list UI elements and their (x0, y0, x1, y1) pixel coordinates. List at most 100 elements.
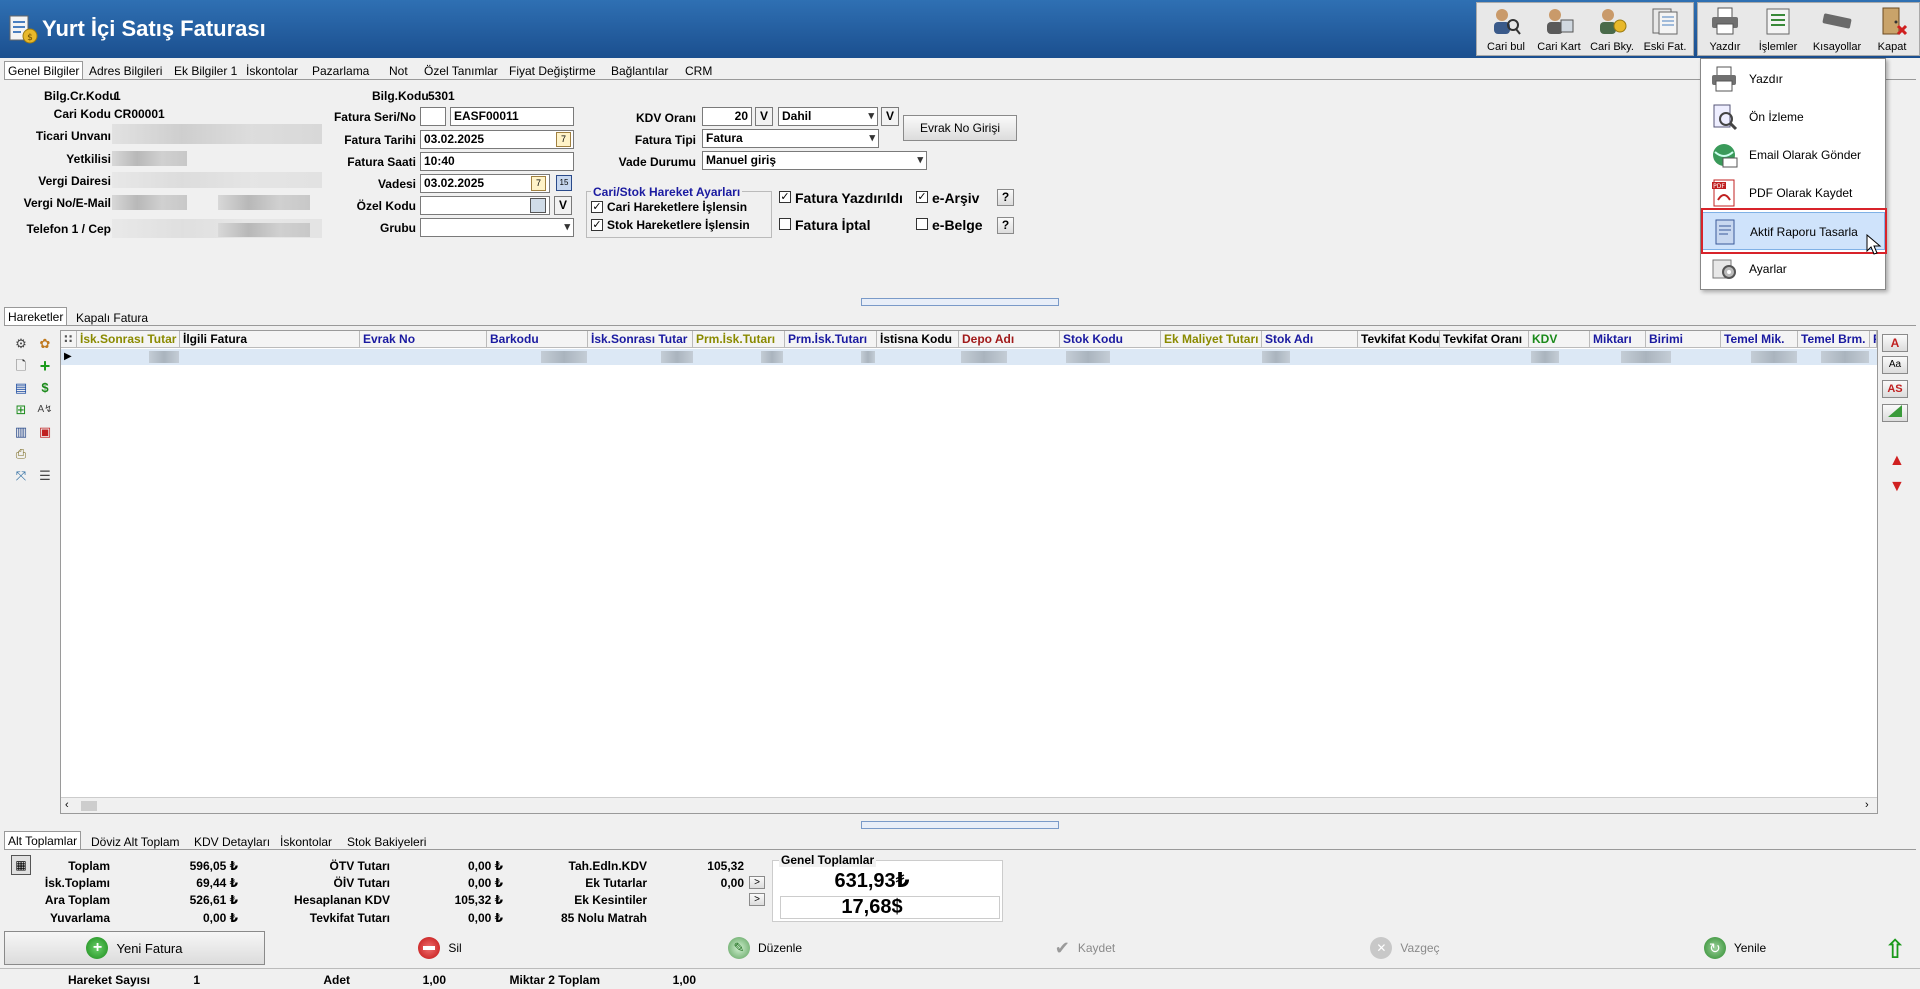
vade-calendar-icon[interactable]: 7 (531, 176, 546, 191)
tab-not[interactable]: Not (386, 63, 411, 79)
sort-icon[interactable]: A↯ (37, 402, 53, 418)
kdv-mode-select[interactable]: Dahil (778, 107, 878, 126)
tab-fiyat-degistirme[interactable]: Fiyat Değiştirme (506, 63, 599, 79)
menu-item-yazdir[interactable]: Yazdır (1701, 60, 1885, 98)
email-field[interactable] (218, 195, 310, 210)
cari-hareket-checkbox[interactable]: ✓ (591, 201, 603, 213)
tab-hareketler[interactable]: Hareketler (4, 307, 68, 325)
evrak-no-button[interactable]: Evrak No Girişi (903, 115, 1017, 141)
tab-ozel-tanimlar[interactable]: Özel Tanımlar (421, 63, 501, 79)
col-kdv[interactable]: KDV (1529, 331, 1590, 348)
vazgec-button[interactable]: ✕ Vazgeç (1350, 931, 1460, 965)
col-miktari[interactable]: Miktarı (1590, 331, 1646, 348)
stok-hareket-checkbox[interactable]: ✓ (591, 219, 603, 231)
col-tevkifat-orani[interactable]: Tevkifat Oranı (1440, 331, 1529, 348)
e-belge-checkbox[interactable] (916, 218, 928, 230)
yeni-fatura-button[interactable]: + Yeni Fatura (4, 931, 265, 965)
palette-icon[interactable]: ✿ (37, 336, 53, 352)
ozel-kodu-lookup-icon[interactable] (530, 198, 546, 213)
col-temel-brm[interactable]: Temel Brm. (1798, 331, 1870, 348)
as-button[interactable]: AS (1882, 380, 1908, 398)
cari-bky-button[interactable]: Cari Bky. (1586, 2, 1638, 56)
chart-button[interactable] (1882, 404, 1908, 422)
move-up-icon[interactable]: ▲ (1889, 452, 1905, 470)
export-icon[interactable]: ⎙ (13, 446, 29, 462)
duzenle-button[interactable]: ✎ Düzenle (710, 931, 820, 965)
dollar-icon[interactable]: $ (37, 380, 53, 396)
cep-field[interactable] (218, 223, 310, 237)
cari-bul-button[interactable]: Cari bul (1480, 2, 1532, 56)
list-icon[interactable]: ☰ (37, 468, 53, 484)
col-istisna-kodu[interactable]: İstisna Kodu (877, 331, 959, 348)
doc-icon[interactable]: ▤ (13, 380, 29, 396)
tab-iskontolar-bottom[interactable]: İskontolar (277, 834, 335, 850)
ozel-kodu-v-button[interactable]: V (554, 196, 572, 215)
stop-icon[interactable]: ▣ (37, 424, 53, 440)
col-stok-adi[interactable]: Stok Adı (1262, 331, 1358, 348)
scroll-left-icon[interactable]: ‹ (65, 799, 69, 811)
islemler-button[interactable]: İşlemler (1752, 2, 1804, 56)
vergi-dairesi-field[interactable] (112, 172, 322, 188)
tab-stok-bakiyeleri[interactable]: Stok Bakiyeleri (344, 834, 429, 850)
kdv-mode-v-button[interactable]: V (881, 107, 899, 126)
ek-kesintiler-button[interactable]: > (749, 893, 765, 906)
fatura-tarihi-input[interactable]: 03.02.2025 (420, 130, 574, 149)
bottom-splitter-handle[interactable] (861, 821, 1059, 829)
yenile-button[interactable]: ↻ Yenile (1680, 931, 1790, 965)
vade-durumu-select[interactable]: Manuel giriş (702, 151, 927, 170)
tab-kapali-fatura[interactable]: Kapalı Fatura (73, 310, 151, 326)
e-arsiv-help-button[interactable]: ? (997, 189, 1014, 206)
sil-button[interactable]: Sil (400, 931, 480, 965)
grid-drag-handle[interactable]: ∷ (61, 331, 77, 348)
new-doc-icon[interactable]: 🗋 (13, 358, 29, 374)
fatura-no-input[interactable]: EASF00011 (450, 107, 574, 126)
fatura-saati-input[interactable]: 10:40 (420, 152, 574, 171)
cari-kart-button[interactable]: Cari Kart (1533, 2, 1585, 56)
kdv-orani-input[interactable]: 20 (702, 107, 752, 126)
tab-alt-toplamlar[interactable]: Alt Toplamlar (4, 831, 82, 849)
tab-crm[interactable]: CRM (682, 63, 715, 79)
top-splitter-handle[interactable] (861, 298, 1059, 306)
tab-genel-bilgiler[interactable]: Genel Bilgiler (4, 61, 84, 79)
col-isk-sonrasi-tutar[interactable]: İsk.Sonrası Tutar (77, 331, 180, 348)
font-button[interactable]: A (1882, 334, 1908, 352)
col-f[interactable]: F (1870, 331, 1877, 348)
kdv-v-button[interactable]: V (755, 107, 773, 126)
tab-kdv-detaylari[interactable]: KDV Detayları (191, 834, 273, 850)
menu-item-email[interactable]: Email Olarak Gönder (1701, 136, 1885, 174)
tab-iskontolar[interactable]: İskontolar (243, 63, 301, 79)
kapat-button[interactable]: Kapat (1868, 2, 1916, 56)
vergi-no-field[interactable] (112, 195, 187, 210)
horizontal-scrollbar[interactable]: ‹ › (61, 797, 1877, 813)
yetkili-field[interactable] (112, 151, 187, 166)
fatura-tipi-select[interactable]: Fatura (702, 129, 879, 148)
fatura-iptal-checkbox[interactable] (779, 218, 791, 230)
font-size-button[interactable]: Aa (1882, 356, 1908, 374)
link-icon[interactable]: ⤧ (13, 468, 29, 484)
up-arrow-icon[interactable]: ⇧ (1884, 934, 1906, 964)
fatura-seri-input[interactable] (420, 107, 446, 126)
tab-adres-bilgileri[interactable]: Adres Bilgileri (86, 63, 165, 79)
col-tevkifat-kodu[interactable]: Tevkifat Kodu (1358, 331, 1440, 348)
scroll-right-icon[interactable]: › (1865, 799, 1869, 811)
col-barkodu[interactable]: Barkodu (487, 331, 588, 348)
menu-item-on-izleme[interactable]: Ön İzleme (1701, 98, 1885, 136)
e-belge-help-button[interactable]: ? (997, 217, 1014, 234)
col-ek-maliyet-tutari[interactable]: Ek Maliyet Tutarı (1161, 331, 1262, 348)
yazdir-button[interactable]: Yazdır (1701, 2, 1749, 56)
plus-icon[interactable]: + (37, 357, 53, 375)
col-depo-adi[interactable]: Depo Adı (959, 331, 1060, 348)
grubu-select[interactable] (420, 218, 574, 237)
col-birimi[interactable]: Birimi (1646, 331, 1721, 348)
tab-baglantilar[interactable]: Bağlantılar (608, 63, 671, 79)
col-isk-sonrasi-tutar-2[interactable]: İsk.Sonrası Tutar (588, 331, 693, 348)
vade-calc-icon[interactable]: 15 (556, 175, 572, 191)
fatura-yazdirildi-checkbox[interactable]: ✓ (779, 191, 791, 203)
col-evrak-no[interactable]: Evrak No (360, 331, 487, 348)
table-row[interactable]: ▶ (61, 349, 1877, 365)
gear-icon[interactable]: ⚙ (13, 336, 29, 352)
ticari-unvan-field[interactable] (112, 124, 322, 144)
scroll-thumb[interactable] (81, 801, 97, 811)
eski-fat-button[interactable]: Eski Fat. (1639, 2, 1691, 56)
ek-tutarlar-button[interactable]: > (749, 876, 765, 889)
